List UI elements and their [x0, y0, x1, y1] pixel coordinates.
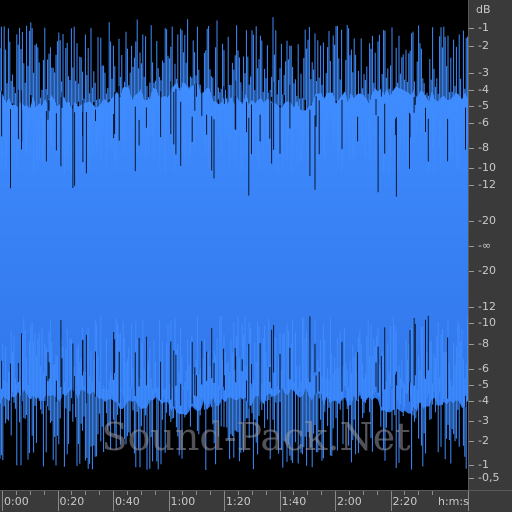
time-tick-label: 2:00 — [337, 495, 362, 508]
time-minor-tick — [99, 491, 101, 495]
db-tick-mark — [469, 401, 474, 402]
db-tick-label: -8 — [478, 141, 489, 154]
time-minor-tick — [140, 491, 142, 495]
db-tick-label: -3 — [478, 414, 489, 427]
waveform-panel[interactable] — [0, 0, 468, 490]
db-tick-mark — [469, 385, 474, 386]
db-unit-label: dB — [476, 3, 491, 16]
time-minor-tick — [265, 491, 267, 495]
db-tick-mark — [469, 106, 474, 107]
time-tick-label: 1:20 — [226, 495, 251, 508]
db-tick-mark — [469, 168, 474, 169]
time-minor-tick — [321, 491, 323, 495]
time-tick-label: 2:20 — [392, 495, 418, 508]
time-tick-label: 1:40 — [281, 495, 307, 508]
time-minor-tick — [126, 491, 128, 495]
time-tick-mark — [279, 491, 281, 511]
db-tick-label: -20 — [478, 264, 496, 277]
time-minor-tick — [348, 491, 350, 495]
db-tick-label: -4 — [478, 394, 489, 407]
time-minor-tick — [376, 491, 378, 495]
db-tick-mark — [469, 28, 474, 29]
db-tick-mark — [469, 441, 474, 442]
time-minor-tick — [404, 491, 406, 495]
time-minor-tick — [182, 491, 184, 495]
db-tick-label: -12 — [478, 300, 496, 313]
db-tick-mark — [469, 221, 474, 222]
db-tick-label: -10 — [478, 316, 496, 329]
db-tick-mark — [469, 421, 474, 422]
time-minor-tick — [237, 491, 239, 495]
time-tick-label: 0:00 — [4, 495, 29, 508]
time-minor-tick — [293, 491, 295, 495]
time-minor-tick — [43, 491, 45, 495]
time-minor-tick — [196, 491, 198, 495]
time-minor-tick — [71, 491, 73, 495]
time-minor-tick — [85, 491, 87, 495]
time-tick-mark — [335, 491, 336, 511]
time-minor-tick — [418, 491, 420, 495]
waveform-display[interactable] — [0, 0, 468, 490]
db-tick-label: -5 — [478, 99, 489, 112]
time-tick-label: 1:00 — [170, 495, 196, 508]
time-tick-label: 0:20 — [59, 495, 85, 508]
db-tick-mark — [469, 323, 474, 324]
db-scale-ruler: dB -1 -2 -3 -4 -5 -6 -8 -10 -12 -20 -∞ -20 -12 -10 -8 -… — [468, 0, 512, 490]
time-scale-ruler: 0:00 0:20 0:40 1:00 1:20 1:40 2:00 2:20 h:m:s — [0, 490, 512, 512]
time-minor-tick — [154, 491, 156, 495]
db-tick-label: -2 — [478, 434, 489, 447]
db-tick-label: -12 — [478, 178, 496, 191]
time-tick-mark — [390, 491, 392, 511]
db-tick-mark — [469, 90, 474, 91]
db-tick-mark — [469, 478, 474, 479]
time-minor-tick — [210, 491, 212, 495]
db-tick-mark — [469, 148, 474, 149]
time-minor-tick — [432, 491, 434, 495]
db-tick-mark — [469, 123, 474, 124]
db-tick-label: -5 — [478, 378, 489, 391]
db-tick-mark — [469, 185, 474, 186]
db-tick-mark — [469, 73, 474, 74]
time-unit-label: h:m:s — [438, 495, 469, 508]
db-tick-mark — [469, 246, 474, 247]
db-tick-mark — [469, 344, 474, 345]
db-tick-mark — [469, 46, 474, 47]
db-tick-mark — [469, 271, 474, 272]
time-minor-tick — [307, 491, 309, 495]
db-tick-mark — [469, 369, 474, 370]
db-tick-label: -0,5 — [478, 471, 500, 484]
time-tick-mark — [2, 491, 3, 511]
db-tick-label: -6 — [478, 362, 489, 375]
db-tick-mark — [469, 465, 474, 466]
db-tick-label: -2 — [478, 39, 489, 52]
db-tick-label: -10 — [478, 161, 496, 174]
db-tick-label: -1 — [478, 458, 489, 471]
time-tick-mark — [168, 491, 170, 511]
db-tick-label: -20 — [478, 214, 496, 227]
db-tick-mark — [469, 307, 474, 308]
time-tick-mark — [224, 491, 225, 511]
db-tick-label: -3 — [478, 66, 489, 79]
time-tick-mark — [113, 491, 114, 511]
db-tick-label: -∞ — [478, 239, 492, 252]
time-tick-mark — [57, 491, 59, 511]
db-tick-label: -4 — [478, 83, 489, 96]
time-minor-tick — [15, 491, 17, 495]
time-minor-tick — [362, 491, 364, 495]
db-tick-label: -6 — [478, 116, 489, 129]
time-tick-label: 0:40 — [115, 495, 140, 508]
time-minor-tick — [29, 491, 31, 495]
time-minor-tick — [251, 491, 253, 495]
db-tick-label: -8 — [478, 337, 489, 350]
db-tick-label: -1 — [478, 21, 489, 34]
